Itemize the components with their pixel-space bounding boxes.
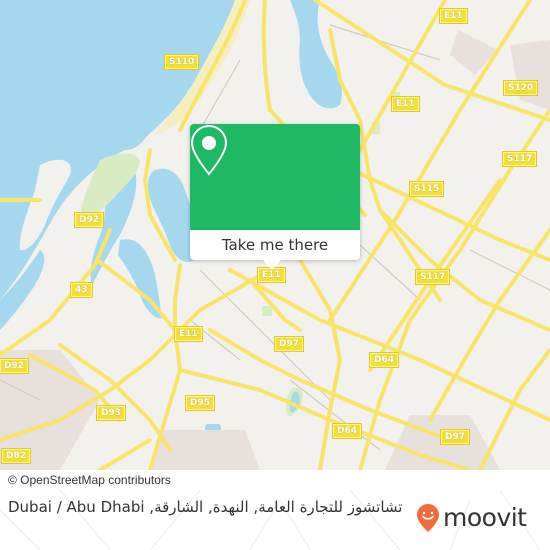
road-shield-d97: D97 [440, 429, 470, 445]
industrial-5 [510, 40, 550, 110]
road-shield-43: 43 [70, 282, 93, 298]
island-3 [149, 149, 185, 170]
park-3 [262, 306, 272, 316]
place-title: تشاتشوز للتجارة العامة, النهدة, الشارقة,… [8, 498, 403, 516]
brand-name: moovit [443, 503, 527, 532]
road-shield-e11: E11 [439, 8, 468, 24]
popup-pointer [263, 260, 281, 270]
moovit-pin-icon [417, 504, 439, 532]
road-shield-s117: S117 [414, 269, 451, 285]
road-shield-s117: S117 [501, 151, 538, 167]
map-canvas[interactable]: S110 E11 S120 E11 S117 S115 D92 E11 S117… [0, 0, 550, 470]
road-shield-s110: S110 [163, 54, 200, 70]
road-shield-s120: S120 [502, 80, 539, 96]
road-shield-d82: D82 [1, 448, 31, 464]
road-shield-e11: E11 [391, 96, 420, 112]
road-shield-d92: D92 [74, 212, 104, 228]
road-shield-e11: E11 [174, 326, 203, 342]
road-shield-d92: D92 [0, 358, 29, 374]
road-shield-d95: D95 [185, 395, 215, 411]
location-pin-icon [190, 124, 228, 176]
location-popup: Take me there [190, 124, 360, 270]
industrial-2 [150, 430, 260, 470]
road-shield-d93: D93 [96, 405, 126, 421]
industrial-4 [450, 30, 498, 75]
road-shield-e11: E11 [257, 267, 286, 283]
popup-header [190, 124, 360, 230]
map-attribution[interactable]: © OpenStreetMap contributors [0, 470, 179, 490]
footer: تشاتشوز للتجارة العامة, النهدة, الشارقة,… [0, 490, 550, 550]
road-shield-d64: D64 [332, 423, 362, 439]
road-shield-d97: D97 [274, 336, 304, 352]
road-shield-s115: S115 [408, 181, 445, 197]
take-me-there-button[interactable]: Take me there [190, 230, 360, 260]
road-shield-d64: D64 [369, 352, 399, 368]
attribution-text: © OpenStreetMap contributors [8, 473, 171, 487]
moovit-logo[interactable]: moovit [416, 503, 527, 533]
